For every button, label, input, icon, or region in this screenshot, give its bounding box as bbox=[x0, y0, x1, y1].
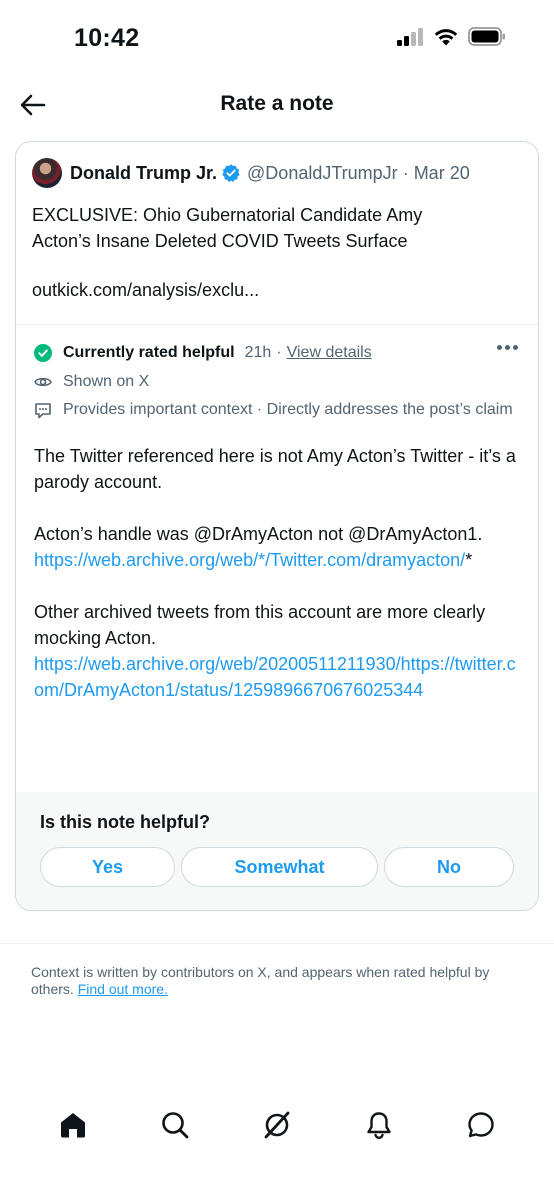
note-card: Donald Trump Jr. @DonaldJTrumpJr · Mar 2… bbox=[15, 141, 539, 911]
home-icon bbox=[61, 1113, 85, 1138]
more-options-icon[interactable] bbox=[497, 345, 518, 350]
somewhat-button[interactable]: Somewhat bbox=[181, 847, 378, 887]
archive-link[interactable]: https://web.archive.org/web/*/Twitter.co… bbox=[34, 550, 465, 570]
comment-context-icon bbox=[34, 399, 52, 421]
post-date: Mar 20 bbox=[413, 162, 470, 183]
avatar[interactable] bbox=[32, 158, 62, 188]
post-text: EXCLUSIVE: Ohio Gubernatorial Candidate … bbox=[32, 205, 423, 251]
note-body: The Twitter referenced here is not Amy A… bbox=[34, 443, 524, 703]
community-note: Currently rated helpful 21h · View detai… bbox=[16, 325, 538, 729]
notifications-icon bbox=[367, 1112, 391, 1140]
yes-button[interactable]: Yes bbox=[40, 847, 175, 887]
shown-on-label: Shown on X bbox=[63, 373, 150, 390]
wifi-icon bbox=[434, 29, 458, 46]
tab-home[interactable] bbox=[51, 1103, 95, 1147]
status-icons bbox=[396, 27, 506, 46]
status-time: 10:42 bbox=[74, 24, 140, 52]
reasons-row: Provides important context · Directly ad… bbox=[34, 399, 522, 421]
archive-link[interactable]: https://web.archive.org/web/202005112119… bbox=[34, 654, 516, 700]
verified-badge-icon bbox=[222, 164, 240, 183]
post-link[interactable]: outkick.com/analysis/exclu... bbox=[32, 280, 522, 301]
note-paragraph: The Twitter referenced here is not Amy A… bbox=[34, 446, 516, 492]
helpful-rating-section: Is this note helpful? Yes Somewhat No bbox=[16, 792, 538, 910]
post-author[interactable]: Donald Trump Jr. bbox=[70, 163, 217, 184]
note-status-row: Currently rated helpful 21h · View detai… bbox=[34, 341, 522, 365]
footer-note: Context is written by contributors on X,… bbox=[31, 964, 490, 997]
tab-bar bbox=[0, 1095, 554, 1155]
view-details-link[interactable]: View details bbox=[287, 344, 372, 362]
eye-icon bbox=[34, 371, 52, 393]
note-status-label: Currently rated helpful bbox=[63, 344, 235, 361]
find-out-more-link[interactable]: Find out more. bbox=[78, 981, 168, 997]
battery-icon bbox=[468, 27, 505, 46]
grok-icon bbox=[264, 1111, 290, 1139]
helpful-question: Is this note helpful? bbox=[40, 812, 210, 832]
reasons-label: Provides important context · Directly ad… bbox=[63, 401, 513, 418]
tab-notifications[interactable] bbox=[357, 1103, 401, 1147]
divider bbox=[0, 943, 554, 944]
note-paragraph: Other archived tweets from this account … bbox=[34, 602, 516, 700]
tab-grok[interactable] bbox=[255, 1103, 299, 1147]
tab-search[interactable] bbox=[153, 1103, 197, 1147]
status-bar: 10:42 bbox=[0, 0, 554, 70]
cellular-signal-icon bbox=[397, 27, 423, 46]
quoted-post[interactable]: Donald Trump Jr. @DonaldJTrumpJr · Mar 2… bbox=[16, 142, 538, 324]
search-icon bbox=[162, 1112, 189, 1139]
post-header: Donald Trump Jr. @DonaldJTrumpJr · Mar 2… bbox=[32, 158, 522, 188]
note-age: 21h bbox=[244, 344, 272, 361]
page-title: Rate a note bbox=[220, 92, 334, 115]
separator: · bbox=[276, 344, 282, 361]
header: Rate a note bbox=[0, 78, 554, 130]
messages-icon bbox=[468, 1112, 494, 1138]
note-paragraph: Acton’s handle was @DrAmyActon not @DrAm… bbox=[34, 524, 483, 570]
no-button[interactable]: No bbox=[384, 847, 514, 887]
tab-messages[interactable] bbox=[459, 1103, 503, 1147]
post-handle[interactable]: @DonaldJTrumpJr · Mar 20 bbox=[247, 163, 470, 184]
vote-buttons: Yes Somewhat No bbox=[40, 847, 514, 887]
helpful-check-icon bbox=[34, 344, 52, 362]
shown-on-row: Shown on X bbox=[34, 371, 522, 393]
